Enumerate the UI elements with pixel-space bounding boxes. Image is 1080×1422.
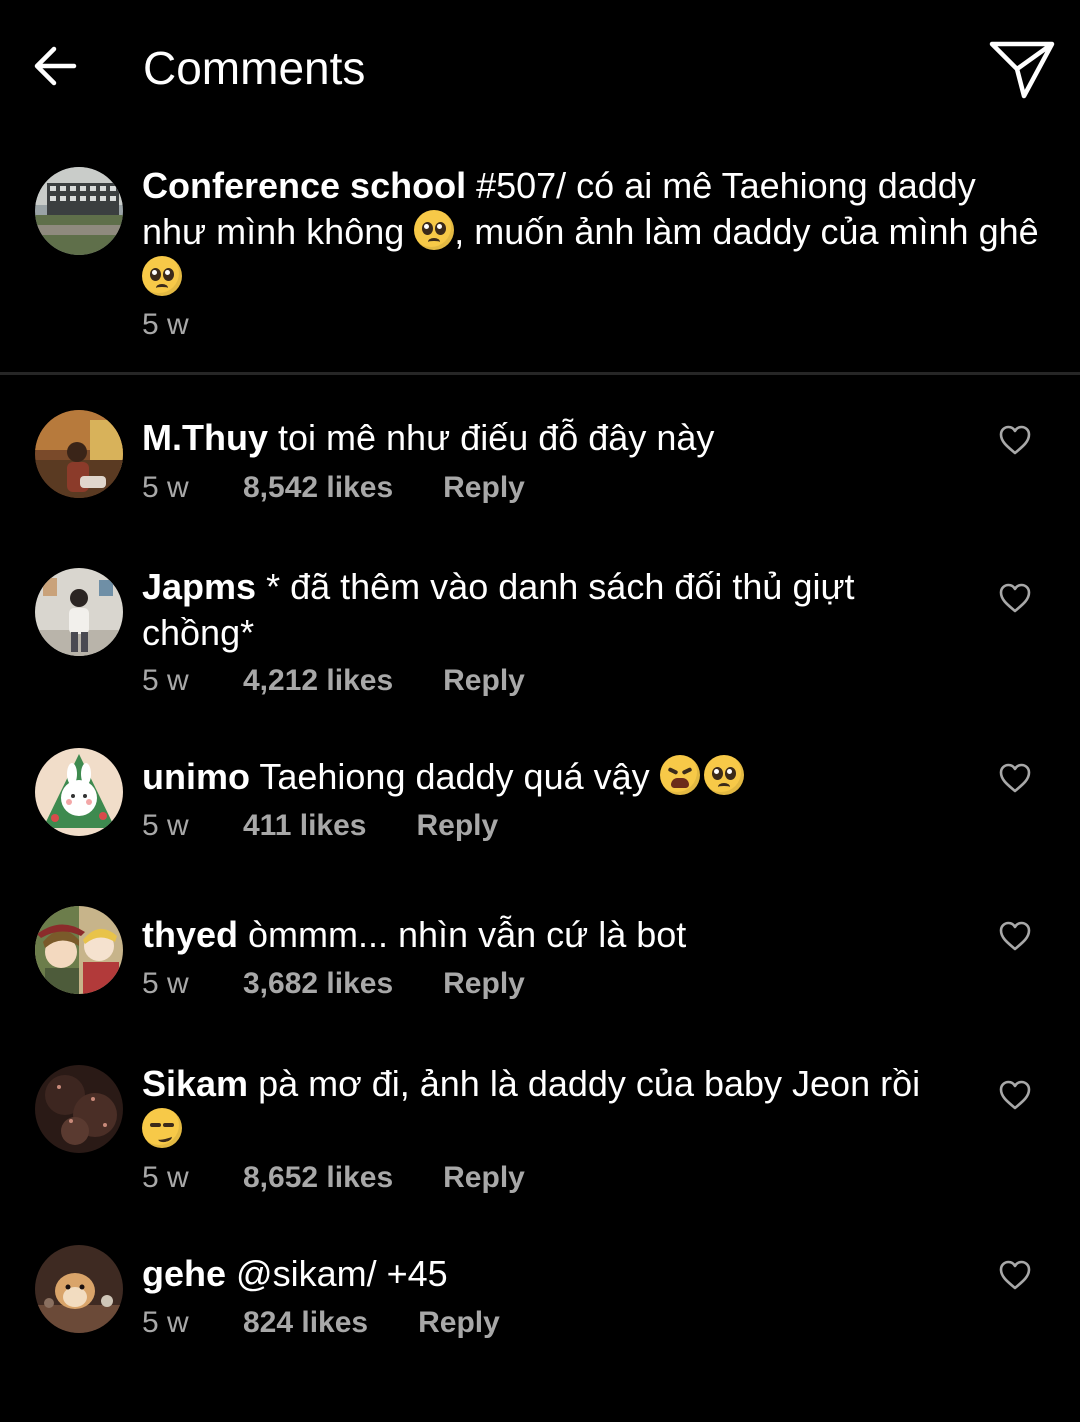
avatar[interactable] (35, 568, 123, 656)
share-button[interactable] (986, 36, 1058, 102)
comment-meta: 5 w 411 likes Reply (142, 806, 498, 846)
likes-count[interactable]: 824 likes (243, 1303, 368, 1343)
heart-icon (999, 1260, 1031, 1290)
avatar[interactable] (35, 748, 123, 836)
dark-photo-avatar-icon (35, 1065, 123, 1153)
heart-icon (999, 425, 1031, 455)
timestamp: 5 w (142, 967, 189, 1000)
username[interactable]: Sikam (142, 1063, 248, 1104)
timestamp: 5 w (142, 1306, 189, 1339)
avatar[interactable] (35, 167, 123, 255)
pleading-face-emoji-icon (414, 210, 455, 250)
back-button[interactable] (28, 38, 84, 94)
person-photo-avatar-icon (35, 410, 123, 498)
timestamp: 5 w (142, 471, 189, 504)
heart-icon (999, 583, 1031, 613)
comment-text: Japms * đã thêm vào danh sách đối thủ gi… (142, 564, 952, 656)
comment-text: unimo Taehiong daddy quá vậy (142, 754, 952, 800)
username[interactable]: Japms (142, 566, 256, 607)
username[interactable]: thyed (142, 914, 238, 955)
bunny-avatar-icon (35, 748, 123, 836)
reply-button[interactable]: Reply (443, 964, 525, 1004)
comment-meta: 5 w 8,652 likes Reply (142, 1158, 525, 1198)
heart-icon (999, 1080, 1031, 1110)
like-button[interactable] (998, 1079, 1032, 1111)
pleading-face-emoji-icon (142, 256, 182, 296)
comment-text: Sikam pà mơ đi, ảnh là daddy của baby Je… (142, 1061, 952, 1153)
comment-meta: 5 w 4,212 likes Reply (142, 661, 525, 701)
smirking-face-emoji-icon (142, 1108, 182, 1148)
comment-text: gehe @sikam/ +45 (142, 1251, 952, 1297)
like-button[interactable] (998, 762, 1032, 794)
hamster-photo-avatar-icon (35, 1245, 123, 1333)
pleading-face-emoji-icon (703, 755, 744, 795)
username[interactable]: M.Thuy (142, 417, 268, 458)
comment-body: toi mê như điếu đỗ đây này (267, 417, 715, 458)
comment-body: òmmm... nhìn vẫn cứ là bot (238, 914, 687, 955)
person-photo-avatar-icon (35, 568, 123, 656)
arrow-left-icon (34, 46, 77, 86)
likes-count[interactable]: 411 likes (243, 806, 366, 846)
anime-character-avatar-icon (35, 906, 123, 994)
caption-text: Conference school #507/ có ai mê Taehion… (142, 163, 1042, 301)
avatar[interactable] (35, 906, 123, 994)
likes-count[interactable]: 4,212 likes (243, 661, 393, 701)
heart-icon (999, 763, 1031, 793)
username[interactable]: gehe (142, 1253, 226, 1294)
comment-meta: 5 w 8,542 likes Reply (142, 468, 525, 508)
likes-count[interactable]: 3,682 likes (243, 964, 393, 1004)
reply-button[interactable]: Reply (416, 806, 498, 846)
paper-plane-icon (989, 41, 1055, 99)
caption-meta: 5 w (142, 305, 189, 345)
avatar[interactable] (35, 1245, 123, 1333)
likes-count[interactable]: 8,542 likes (243, 468, 393, 508)
reply-button[interactable]: Reply (443, 661, 525, 701)
timestamp: 5 w (142, 1161, 189, 1194)
likes-count[interactable]: 8,652 likes (243, 1158, 393, 1198)
reply-button[interactable]: Reply (418, 1303, 500, 1343)
comment-body: @sikam/ +45 (226, 1253, 448, 1294)
comment-meta: 5 w 3,682 likes Reply (142, 964, 525, 1004)
heart-icon (999, 921, 1031, 951)
tired-face-emoji-icon (659, 755, 700, 795)
reply-button[interactable]: Reply (443, 468, 525, 508)
like-button[interactable] (998, 1259, 1032, 1291)
avatar[interactable] (35, 410, 123, 498)
like-button[interactable] (998, 920, 1032, 952)
top-bar: Comments (0, 0, 1080, 135)
comment-text: M.Thuy toi mê như điếu đỗ đây này (142, 415, 952, 461)
timestamp: 5 w (142, 809, 189, 842)
page-title: Comments (143, 42, 366, 94)
like-button[interactable] (998, 424, 1032, 456)
avatar[interactable] (35, 1065, 123, 1153)
caption-body: , muốn ảnh làm daddy của mình ghê (454, 211, 1039, 252)
like-button[interactable] (998, 582, 1032, 614)
building-photo-avatar-icon (35, 167, 123, 255)
comment-body: Taehiong daddy quá vậy (249, 756, 660, 797)
comment-body: pà mơ đi, ảnh là daddy của baby Jeon rồi (248, 1063, 921, 1104)
timestamp: 5 w (142, 664, 189, 697)
username[interactable]: Conference school (142, 165, 466, 206)
comment-text: thyed òmmm... nhìn vẫn cứ là bot (142, 912, 952, 958)
comment-meta: 5 w 824 likes Reply (142, 1303, 500, 1343)
reply-button[interactable]: Reply (443, 1158, 525, 1198)
divider (0, 372, 1080, 375)
username[interactable]: unimo (142, 756, 250, 797)
timestamp: 5 w (142, 308, 189, 341)
